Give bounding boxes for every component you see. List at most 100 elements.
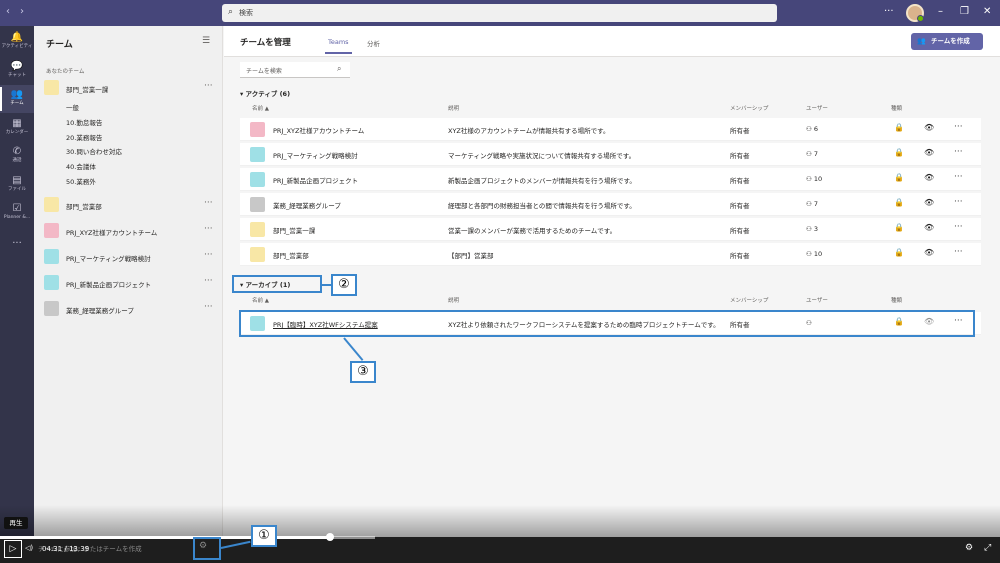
team-list-item[interactable]: 部門_営業一課 ··· <box>44 78 219 98</box>
team-row[interactable]: 部門_営業一課 営業一課のメンバーが業務で活用するためのチームです。 所有者 ⚇ 3 🔒… <box>240 218 981 241</box>
team-list-item[interactable]: PRJ_XYZ社様アカウントチーム ··· <box>44 221 219 241</box>
user-count: 10 <box>813 250 823 258</box>
more-options-icon[interactable]: ··· <box>204 302 213 312</box>
col-description: 説明 <box>448 298 460 304</box>
team-row[interactable]: 部門_営業部 【部門】営業部 所有者 ⚇ 10 🔒 👁 ··· <box>240 243 981 266</box>
channel-item[interactable]: 一般 <box>66 102 79 112</box>
more-options-icon[interactable]: ··· <box>954 247 963 257</box>
more-options-icon[interactable]: ··· <box>954 172 963 182</box>
panel-title: チーム <box>46 40 73 50</box>
lock-icon: 🔒 <box>894 223 904 232</box>
team-membership: 所有者 <box>730 152 750 160</box>
avatar[interactable] <box>906 4 924 22</box>
create-team-button[interactable]: 👥 チームを作成 <box>911 33 983 50</box>
teams-icon: 👥 <box>917 37 926 45</box>
play-tooltip: 再生 <box>4 517 28 529</box>
video-progress-handle[interactable] <box>326 533 334 541</box>
rail-item[interactable]: ··· <box>0 234 34 262</box>
rail-item[interactable]: ▦ カレンダー <box>0 114 34 142</box>
callout-2: ② <box>331 274 357 296</box>
rail-item[interactable]: 👥 チーム <box>0 85 34 113</box>
team-list-item[interactable]: PRJ_新製品企画プロジェクト ··· <box>44 273 219 293</box>
channel-item[interactable]: 10.勤怠報告 <box>66 117 102 127</box>
team-row[interactable]: 業務_経理業務グループ 経理部と各部門の財務担当者との間で情報共有を行う場所です。… <box>240 193 981 216</box>
back-icon[interactable]: ‹ <box>6 6 20 17</box>
lock-icon: 🔒 <box>894 198 904 207</box>
lock-icon: 🔒 <box>894 148 904 157</box>
more-options-icon[interactable]: ··· <box>954 222 963 232</box>
team-description: マーケティング戦略や実施状況について情報共有する場所です。 <box>448 152 636 160</box>
eye-icon[interactable]: 👁 <box>924 123 934 132</box>
active-section-toggle[interactable]: ▾ アクティブ (6) <box>240 88 290 98</box>
tab-teams[interactable]: Teams <box>325 38 352 54</box>
eye-icon[interactable]: 👁 <box>924 223 934 232</box>
team-name: 部門_営業部 <box>66 202 102 211</box>
team-row[interactable]: PRJ_XYZ社様アカウントチーム XYZ社様のアカウントチームが情報共有する場所… <box>240 118 981 141</box>
team-list-item[interactable]: 業務_経理業務グループ ··· <box>44 299 219 319</box>
channel-item[interactable]: 20.業務報告 <box>66 132 102 142</box>
more-options-icon[interactable]: ··· <box>954 147 963 157</box>
team-list-item[interactable]: PRJ_マーケティング戦略検討 ··· <box>44 247 219 267</box>
team-list-item[interactable]: 部門_営業部 ··· <box>44 195 219 215</box>
settings-highlight-box <box>193 537 221 560</box>
rail-item[interactable]: ✆ 通話 <box>0 142 34 170</box>
channel-item[interactable]: 30.問い合わせ対応 <box>66 146 122 156</box>
tab-analytics[interactable]: 分析 <box>367 38 380 48</box>
rail-item[interactable]: 💬 チャット <box>0 57 34 85</box>
user-count: 7 <box>813 200 819 208</box>
team-users: ⚇ 7 <box>806 150 818 158</box>
rail-item-label: 通話 <box>12 158 22 163</box>
rail-item-label: カレンダー <box>5 129 29 135</box>
eye-icon[interactable]: 👁 <box>924 173 934 182</box>
team-name[interactable]: PRJ_XYZ社様アカウントチーム <box>273 125 364 135</box>
video-control-bar <box>0 537 1000 563</box>
fullscreen-icon[interactable]: ⤢ <box>984 543 991 553</box>
team-name[interactable]: 業務_経理業務グループ <box>273 200 341 210</box>
channel-item[interactable]: 50.業務外 <box>66 176 96 186</box>
forward-icon[interactable]: › <box>20 6 34 17</box>
col-description: 説明 <box>448 106 460 112</box>
filter-icon[interactable]: ☰ <box>202 36 210 46</box>
more-options-icon[interactable]: ··· <box>204 224 213 234</box>
volume-icon[interactable]: ◁) <box>25 544 33 552</box>
more-options-icon[interactable]: ··· <box>204 81 213 91</box>
search-icon: ⌕ <box>228 7 234 17</box>
team-avatar <box>250 122 265 137</box>
team-name[interactable]: 部門_営業一課 <box>273 225 315 235</box>
team-name[interactable]: PRJ_マーケティング戦略検討 <box>273 150 358 160</box>
col-name[interactable]: 名前 ▲ <box>252 296 269 304</box>
more-options-icon[interactable]: ··· <box>204 276 213 286</box>
video-settings-icon[interactable]: ⚙ <box>965 543 973 553</box>
more-apps-icon: ··· <box>12 238 22 249</box>
team-name[interactable]: 部門_営業部 <box>273 250 309 260</box>
video-shade <box>0 505 1000 537</box>
team-name[interactable]: PRJ_新製品企画プロジェクト <box>273 175 358 185</box>
team-search-input[interactable]: チームを検索 ⌕ <box>240 62 350 78</box>
more-options-icon[interactable]: ··· <box>204 198 213 208</box>
more-options-icon[interactable]: ··· <box>204 250 213 260</box>
team-row[interactable]: PRJ_マーケティング戦略検討 マーケティング戦略や実施状況について情報共有する場… <box>240 143 981 166</box>
eye-icon[interactable]: 👁 <box>924 148 934 157</box>
global-search-input[interactable]: ⌕ 検索 <box>222 4 777 22</box>
title-bar: ‹ › ⌕ 検索 ··· – ❐ ✕ <box>0 0 1000 26</box>
channel-item[interactable]: 40.会議体 <box>66 161 96 171</box>
rail-item[interactable]: ☑ Planner &... <box>0 199 34 227</box>
more-options-icon[interactable]: ··· <box>954 197 963 207</box>
team-avatar <box>250 172 265 187</box>
eye-icon[interactable]: 👁 <box>924 248 934 257</box>
eye-icon[interactable]: 👁 <box>924 198 934 207</box>
user-count: 10 <box>813 175 823 183</box>
team-membership: 所有者 <box>730 202 750 210</box>
rail-item[interactable]: ▤ ファイル <box>0 171 34 199</box>
play-button[interactable]: ▷ <box>4 540 22 558</box>
col-name[interactable]: 名前 ▲ <box>252 104 269 112</box>
callout-1: ① <box>251 525 277 547</box>
rail-item[interactable]: 🔔 アクティビティ <box>0 28 34 56</box>
create-team-label: チームを作成 <box>931 37 970 45</box>
team-name: PRJ_マーケティング戦略検討 <box>66 254 151 263</box>
rail-item-label: ファイル <box>8 186 26 192</box>
lock-icon: 🔒 <box>894 123 904 132</box>
more-options-icon[interactable]: ··· <box>954 122 963 132</box>
team-row[interactable]: PRJ_新製品企画プロジェクト 新製品企画プロジェクトのメンバーが情報共有を行う場… <box>240 168 981 191</box>
archived-row-highlight-box <box>239 310 975 337</box>
